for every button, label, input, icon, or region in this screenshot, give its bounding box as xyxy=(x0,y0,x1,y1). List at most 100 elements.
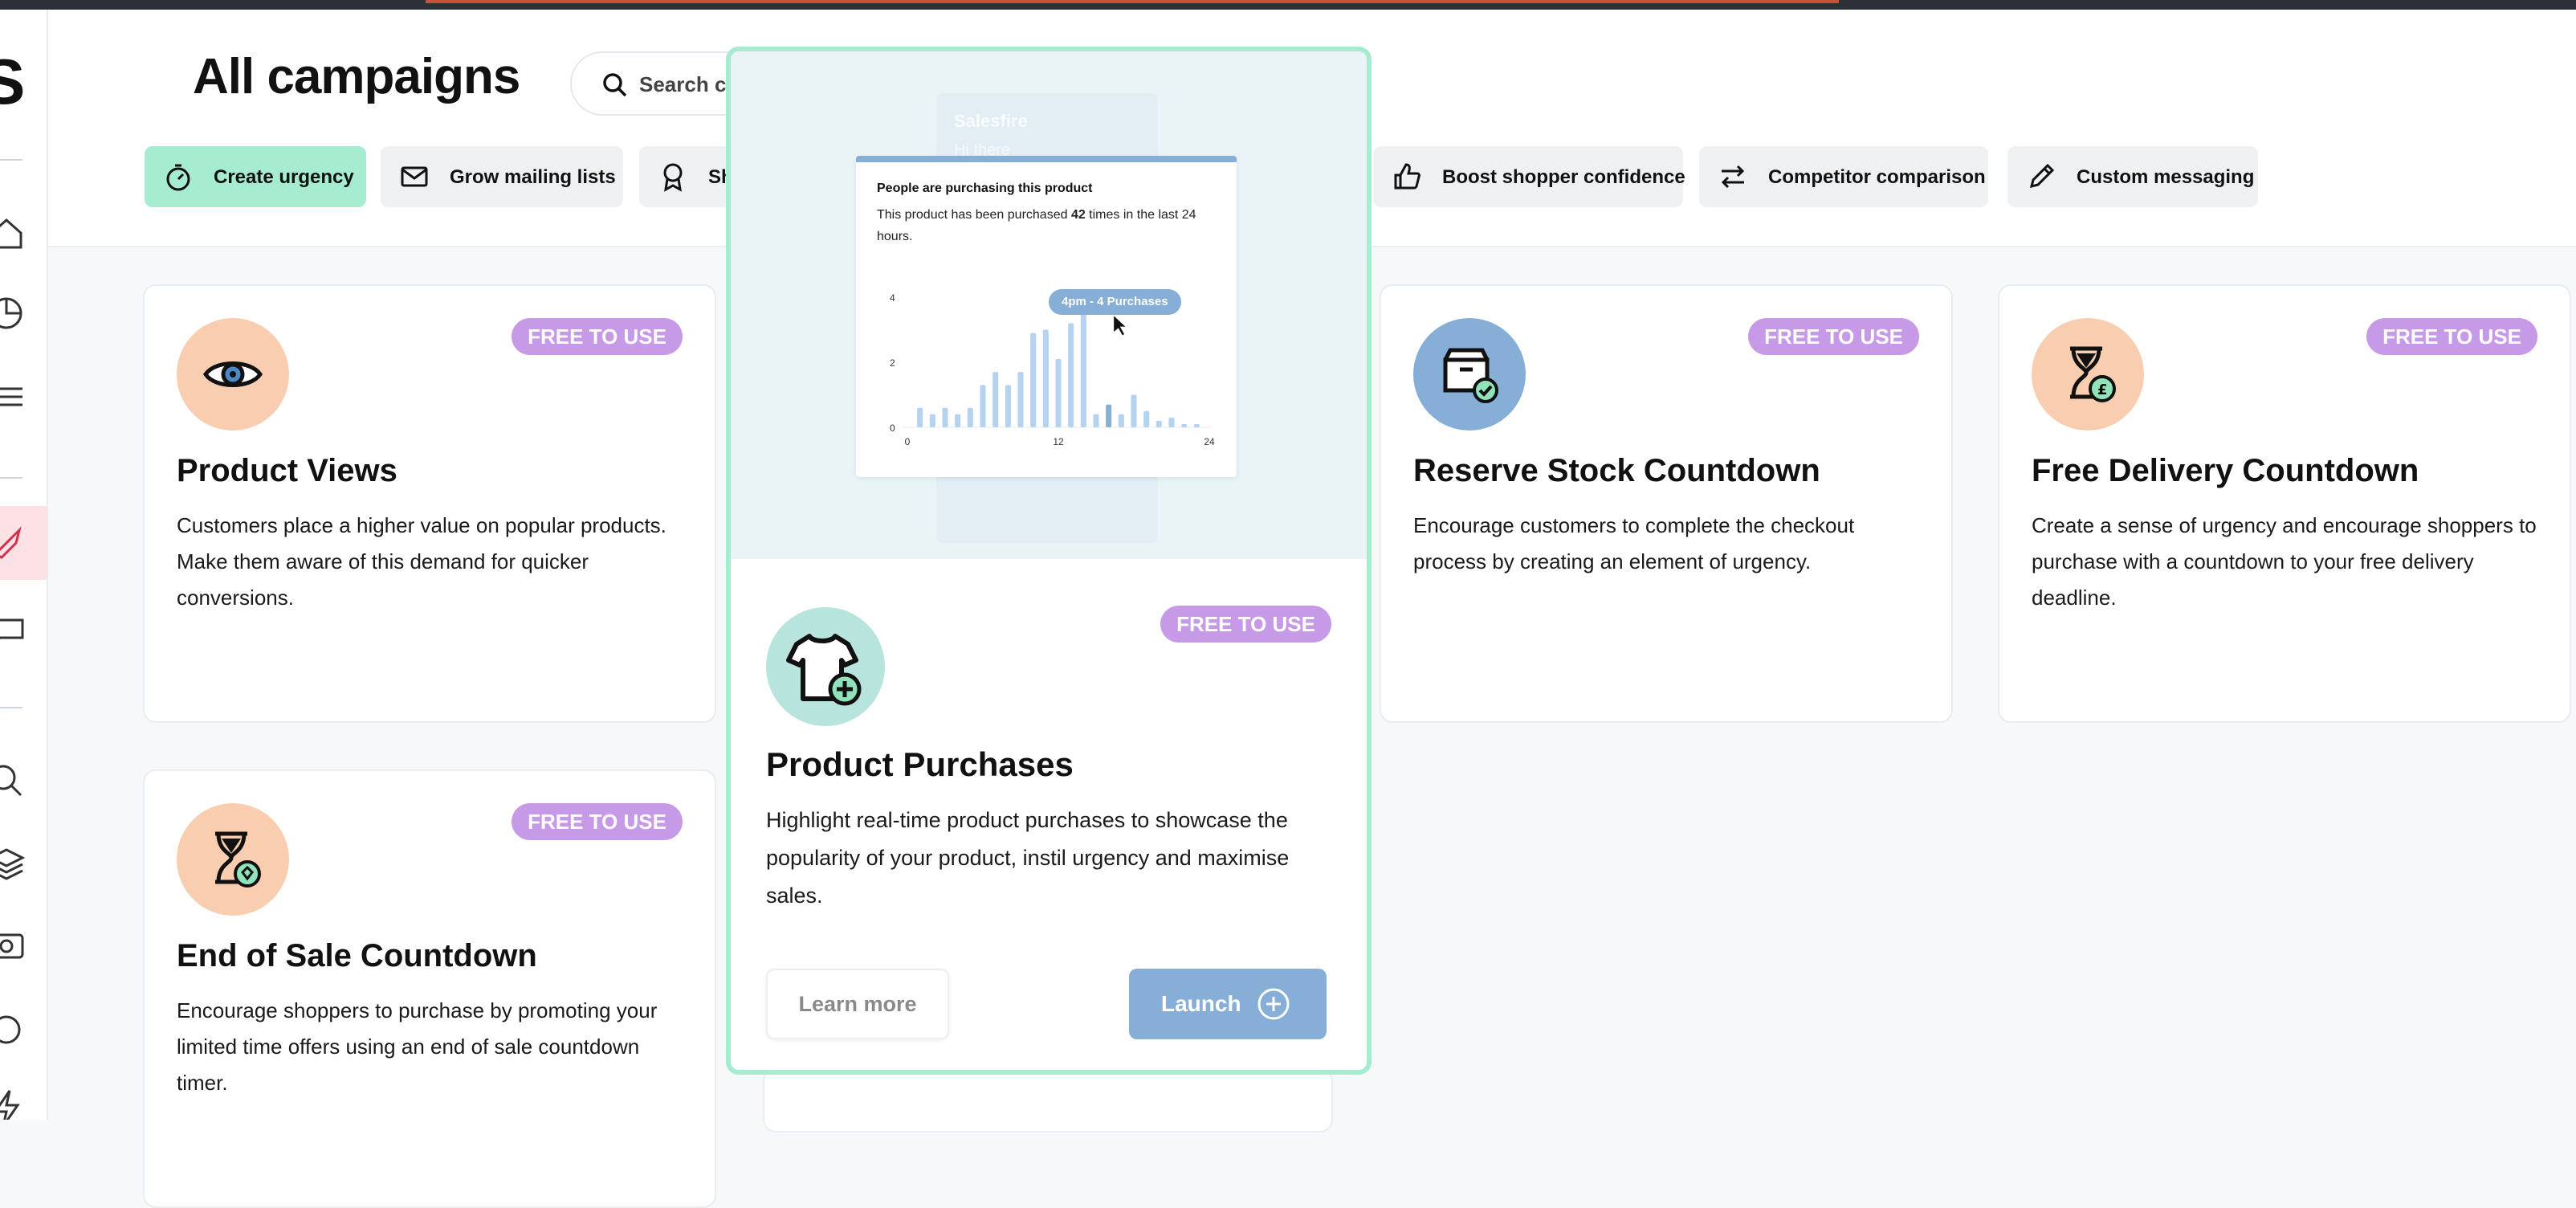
y-tick-label: 2 xyxy=(890,357,895,369)
free-badge: FREE TO USE xyxy=(512,803,683,840)
browser-top-bar xyxy=(0,0,2576,10)
logo: S xyxy=(0,45,25,119)
launch-button[interactable]: Launch xyxy=(1129,969,1327,1039)
sidebar: S xyxy=(0,10,48,1120)
free-badge: FREE TO USE xyxy=(512,318,683,355)
chart-bar xyxy=(1156,420,1162,427)
card-description: Highlight real-time product purchases to… xyxy=(766,808,1290,908)
card-icon-circle xyxy=(766,607,885,726)
pie-chart-icon[interactable] xyxy=(0,291,29,336)
envelope-icon xyxy=(401,166,428,187)
search-icon xyxy=(603,73,627,97)
card-description: Customers place a higher value on popula… xyxy=(177,513,666,610)
layers-icon[interactable] xyxy=(0,374,29,419)
filter-sh[interactable]: Sh xyxy=(639,146,736,207)
preview-count: 42 xyxy=(1070,208,1086,222)
plus-circle-icon xyxy=(1257,988,1290,1020)
filter-custom-messaging[interactable]: Custom messaging xyxy=(2007,146,2258,207)
card-icon-circle xyxy=(177,803,289,916)
chat-icon[interactable] xyxy=(0,609,29,654)
box-check-icon xyxy=(1443,348,1498,403)
home-icon[interactable] xyxy=(0,210,29,255)
stopwatch-icon xyxy=(166,164,190,191)
y-tick-label: 0 xyxy=(890,422,895,434)
chart-bar xyxy=(1042,329,1049,427)
tshirt-plus-icon xyxy=(786,634,862,706)
card-title: Free Delivery Countdown xyxy=(2032,453,2419,488)
filter-grow-mailing-lists[interactable]: Grow mailing lists xyxy=(381,146,623,207)
x-tick-label: 12 xyxy=(1053,436,1064,447)
card-description: Encourage shoppers to purchase by promot… xyxy=(177,998,658,1095)
chart-bar xyxy=(1131,394,1137,427)
free-badge: FREE TO USE xyxy=(2366,318,2537,355)
chart-bar xyxy=(929,414,935,427)
preview-body: This product has been purchased 42 times… xyxy=(877,204,1214,247)
card-description: Create a sense of urgency and encourage … xyxy=(2032,513,2537,610)
preview-brand: Salesfire xyxy=(954,111,1028,131)
filter-boost-shopper-confidence[interactable]: Boost shopper confidence xyxy=(1373,146,1685,207)
free-badge: FREE TO USE xyxy=(1748,318,1919,355)
top-accent xyxy=(426,0,1839,3)
chart-bar xyxy=(1143,410,1150,427)
y-tick-label: 4 xyxy=(890,292,895,304)
circle-icon[interactable] xyxy=(0,1007,29,1052)
free-badge: FREE TO USE xyxy=(1160,606,1331,643)
launch-label: Launch xyxy=(1161,991,1241,1016)
stack-icon[interactable] xyxy=(0,840,29,885)
campaign-preview: Salesfire Hi there 4 2 0 0 12 24 People are p… xyxy=(731,51,1367,559)
x-tick-label: 0 xyxy=(905,436,911,447)
chart-bar xyxy=(1106,404,1112,427)
card-title: Product Views xyxy=(177,453,397,488)
chart-bar xyxy=(980,385,986,427)
card-title: Product Purchases xyxy=(766,745,1074,783)
chart-bar xyxy=(1055,358,1062,427)
search-icon[interactable] xyxy=(0,758,29,803)
mouse-cursor-icon xyxy=(1113,313,1127,337)
svg-text:£: £ xyxy=(2097,382,2108,398)
filter-label: Create urgency xyxy=(214,166,354,188)
hourglass-pound-icon: £ xyxy=(2070,346,2116,402)
card-title: End of Sale Countdown xyxy=(177,938,537,973)
camera-icon[interactable] xyxy=(0,922,29,967)
card-icon-circle: £ xyxy=(2032,318,2144,431)
card-title: Reserve Stock Countdown xyxy=(1413,453,1820,488)
chart-bar xyxy=(1068,323,1074,427)
filter-competitor-comparison[interactable]: Competitor comparison xyxy=(1699,146,1988,207)
rocket-icon[interactable] xyxy=(0,520,29,565)
chart-bar xyxy=(1093,414,1099,427)
campaign-card-product-views[interactable]: FREE TO USE Product Views Customers plac… xyxy=(143,284,716,723)
sidebar-divider xyxy=(0,477,22,479)
preview-heading: People are purchasing this product xyxy=(877,182,1093,195)
chart-bar xyxy=(1118,414,1124,427)
chart-bar xyxy=(1005,385,1011,427)
chart-bar xyxy=(992,372,999,427)
hourglass-tag-icon xyxy=(215,831,261,888)
preview-widget: 4 2 0 0 12 24 People are purchasing this prod… xyxy=(856,156,1237,477)
filter-label: Custom messaging xyxy=(2077,166,2255,188)
card-icon-circle xyxy=(1413,318,1526,431)
preview-body-text: This product has been purchased xyxy=(877,208,1071,222)
chart-bar xyxy=(1017,372,1024,427)
campaign-card-product-purchases[interactable]: Salesfire Hi there 4 2 0 0 12 24 People are p… xyxy=(726,47,1372,1075)
sidebar-divider xyxy=(0,159,22,161)
chart-bar xyxy=(942,407,948,427)
filter-label: Competitor comparison xyxy=(1768,166,1986,188)
learn-more-button[interactable]: Learn more xyxy=(766,969,949,1039)
x-tick-label: 24 xyxy=(1204,436,1215,447)
campaign-card-reserve-stock-countdown[interactable]: FREE TO USE Reserve Stock Countdown Enco… xyxy=(1380,284,1953,723)
campaign-card-partial xyxy=(763,1068,1333,1132)
chart-bar xyxy=(917,407,923,427)
card-icon-circle xyxy=(177,318,289,431)
filter-create-urgency[interactable]: Create urgency xyxy=(145,146,366,207)
sidebar-divider xyxy=(0,707,22,708)
thumbs-up-icon xyxy=(1394,163,1420,190)
chart-bar xyxy=(967,407,973,427)
page-title: All campaigns xyxy=(193,49,520,104)
campaign-card-end-of-sale-countdown[interactable]: FREE TO USE End of Sale Countdown Encour… xyxy=(143,769,716,1208)
campaign-card-free-delivery-countdown[interactable]: £ FREE TO USE Free Delivery Countdown Cr… xyxy=(1998,284,2571,723)
arrows-swap-icon xyxy=(1721,165,1745,189)
lightning-icon[interactable] xyxy=(0,1086,29,1120)
chart-bar xyxy=(1030,333,1037,427)
chart-bar xyxy=(955,414,961,427)
chart-bar xyxy=(1168,417,1175,427)
